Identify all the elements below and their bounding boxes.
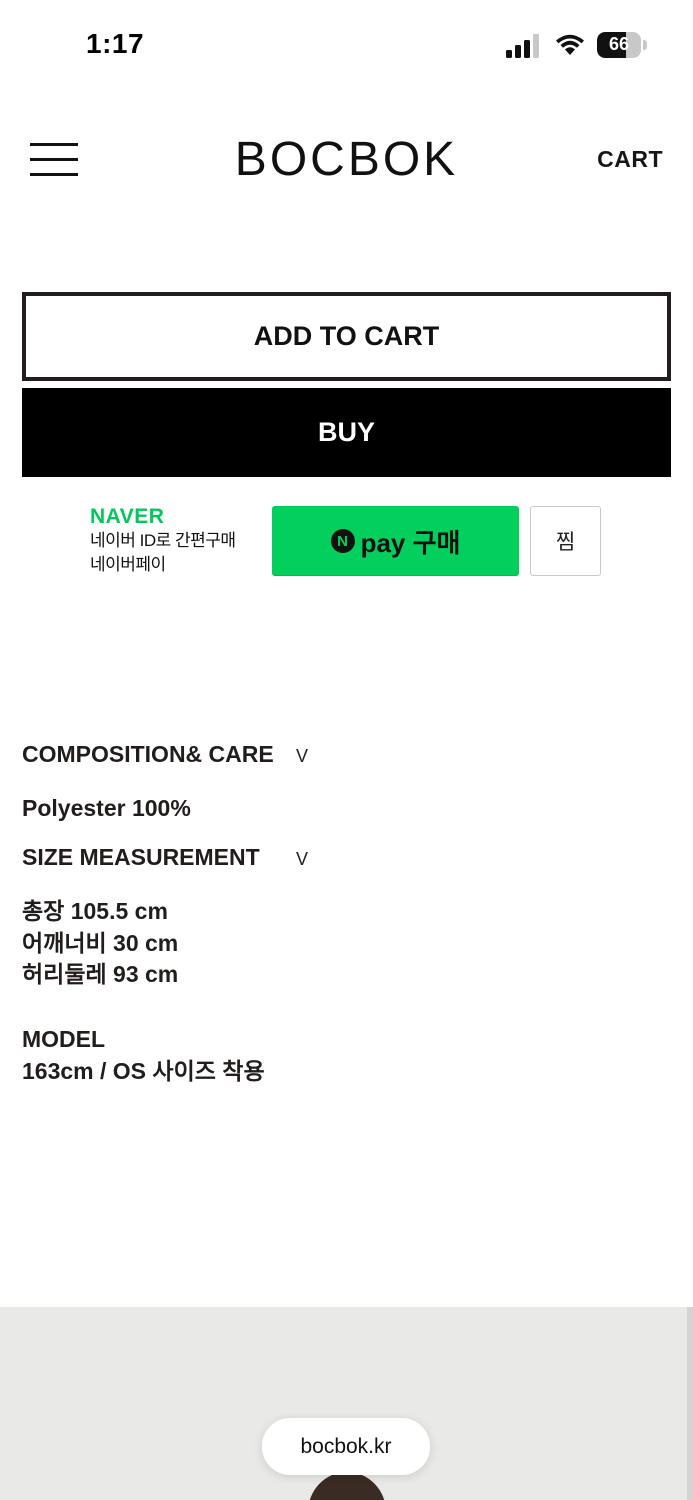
naver-info-line-2: 네이버페이	[90, 555, 166, 574]
size-measurement-heading[interactable]: SIZE MEASUREMENT	[22, 844, 260, 871]
size-waist: 허리둘레 93 cm	[22, 961, 179, 987]
size-length: 총장 105.5 cm	[22, 898, 168, 924]
chevron-down-icon[interactable]: V	[296, 849, 308, 870]
naver-logo: NAVER	[90, 505, 165, 528]
cart-link[interactable]: CART	[597, 146, 663, 173]
buy-button[interactable]: BUY	[22, 388, 671, 477]
add-to-cart-button[interactable]: ADD TO CART	[22, 292, 671, 381]
cellular-signal-icon	[506, 34, 539, 58]
naver-pay-button[interactable]: N pay 구매	[272, 506, 519, 576]
chevron-down-icon[interactable]: V	[296, 746, 308, 767]
model-heading: MODEL	[22, 1026, 106, 1052]
npay-button-label: pay 구매	[360, 527, 461, 558]
size-shoulder: 어깨너비 30 cm	[22, 930, 179, 956]
npay-n-icon: N	[330, 529, 355, 553]
site-header: BOCBOK CART	[0, 110, 693, 210]
wifi-icon	[556, 34, 584, 55]
status-bar: 1:17 66	[0, 0, 693, 90]
naver-info-line-1: 네이버 ID로 간편구매	[90, 531, 236, 550]
browser-url-bar[interactable]: bocbok.kr	[262, 1418, 430, 1475]
model-figure	[308, 1472, 386, 1500]
composition-care-heading[interactable]: COMPOSITION& CARE	[22, 741, 274, 768]
wishlist-button[interactable]: 찜	[530, 506, 601, 576]
model-info: 163cm / OS 사이즈 착용	[22, 1058, 265, 1084]
composition-value: Polyester 100%	[22, 795, 191, 821]
brand-logo[interactable]: BOCBOK	[0, 132, 693, 187]
status-time: 1:17	[86, 28, 145, 59]
naver-pay-info: NAVER 네이버 ID로 간편구매 네이버페이	[90, 505, 270, 577]
battery-level-text: 66	[608, 34, 630, 54]
battery-icon: 66	[597, 32, 647, 58]
